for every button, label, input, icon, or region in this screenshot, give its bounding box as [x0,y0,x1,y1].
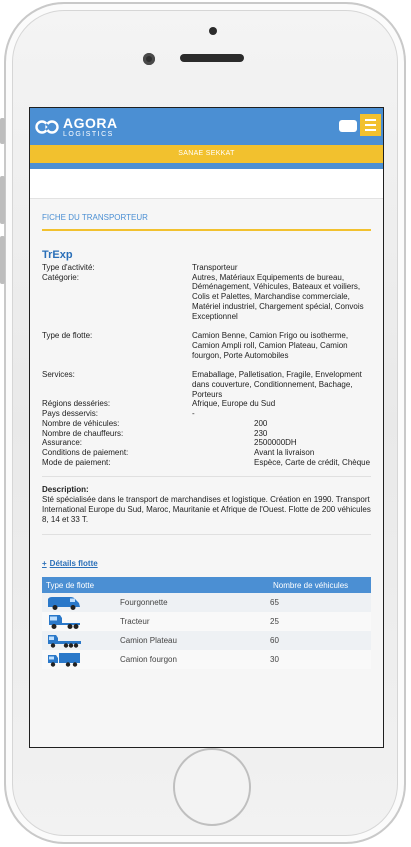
tractor-truck-icon [49,614,80,629]
info-label: Type de flotte: [42,331,93,341]
info-row-category: Catégorie: Autres, Matériaux Equipements… [42,273,371,322]
phone-screen: AGORA LOGISTICS SANAE SEKKAT FICHE DU TR… [29,107,384,748]
divider [42,534,371,536]
carrier-sheet: FICHE DU TRANSPORTEUR TrExp Type d'activ… [30,199,383,670]
info-label: Type d'activité: [42,263,95,272]
info-label: Services: [42,370,75,380]
hamburger-icon [365,129,376,131]
info-label: Régions desséries: [42,399,111,409]
info-label: Nombre de véhicules: [42,418,120,428]
menu-button[interactable] [360,114,381,136]
fleet-count: 30 [269,650,371,670]
info-label: Pays desservis: [42,409,99,419]
info-value: Espèce, Carte de crédit, Chèque [254,457,371,467]
plus-icon: + [42,559,47,569]
table-row: Fourgonnette 65 [42,593,371,613]
earpiece-speaker [180,54,244,62]
info-value: - [192,409,195,419]
info-value: 230 [254,428,268,438]
info-row-payment-terms: Conditions de paiement: Avant la livrais… [42,448,371,458]
info-label: Nombre de chauffeurs: [42,428,124,438]
info-value: Afrique, Europe du Sud [192,399,276,409]
volume-up-button [0,176,5,224]
box-truck-icon [48,652,80,667]
hamburger-icon [365,119,376,121]
toggle-switch[interactable] [339,120,357,132]
mute-switch [0,118,5,144]
description-block: Description: Sté spécialisée dans le tra… [42,485,371,525]
info-value: Camion Benne, Camion Frigo ou isotherme,… [192,331,349,360]
agora-logo-icon [35,120,59,134]
info-row-countries: Pays desservis: - [42,409,371,419]
fleet-details-link[interactable]: + Détails flotte [42,559,98,568]
info-label: Conditions de paiement: [42,447,129,457]
description-text: Sté spécialisée dans le transport de mar… [42,495,371,525]
brand-name: AGORA [63,115,118,131]
volume-down-button [0,236,5,284]
fleet-table: Type de flotte Nombre de véhicules Fourg… [42,577,371,670]
info-value: Autres, Matériaux Equipements de bureau,… [192,272,364,321]
fleet-count: 65 [269,593,371,613]
info-row-vehicles: Nombre de véhicules: 200 [42,419,371,429]
fleet-type-name: Camion Plateau [120,631,269,651]
fleet-count: 60 [269,631,371,651]
table-row: Camion Plateau 60 [42,631,371,651]
info-row-payment-method: Mode de paiement: Espèce, Carte de crédi… [42,458,371,468]
front-camera [143,53,155,65]
home-button[interactable] [173,748,251,826]
fleet-type-name: Fourgonnette [120,593,269,613]
flatbed-truck-icon [48,634,81,648]
description-title: Description [42,485,87,495]
spacer-panel [30,169,383,199]
table-row: Camion fourgon 30 [42,650,371,670]
divider [42,476,371,478]
column-header-vehicle-count: Nombre de véhicules [269,577,371,594]
app-header: AGORA LOGISTICS [30,108,383,145]
info-label: Mode de paiement: [42,457,111,467]
info-value: Avant la livraison [254,447,315,457]
info-label: Catégorie: [42,272,79,282]
hamburger-icon [365,124,376,126]
table-row: Tracteur 25 [42,612,371,632]
section-title: FICHE DU TRANSPORTEUR [42,199,371,231]
brand-subtitle: LOGISTICS [63,131,114,138]
info-value: 200 [254,418,268,428]
brand-logo[interactable]: AGORA LOGISTICS [35,116,118,138]
fleet-type-name: Camion fourgon [120,650,269,670]
info-label: Assurance: [42,438,83,448]
sensor-dot [209,27,217,35]
user-name-bar[interactable]: SANAE SEKKAT [30,145,383,163]
info-value: 2500000DH [254,438,297,448]
info-row-regions: Régions desséries: Afrique, Europe du Su… [42,399,371,409]
company-name: TrExp [42,249,73,261]
info-row-fleet-type: Type de flotte: Camion Benne, Camion Fri… [42,331,371,360]
fleet-type-name: Tracteur [120,612,269,632]
column-header-fleet-type: Type de flotte [42,577,269,594]
info-row-services: Services: Emaballage, Palletisation, Fra… [42,370,371,399]
info-row-activity: Type d'activité: Transporteur [42,263,371,273]
info-value: Emaballage, Palletisation, Fragile, Enve… [192,370,362,399]
carrier-info: Type d'activité: Transporteur Catégorie:… [42,263,371,467]
info-value: Transporteur [192,263,238,272]
info-row-drivers: Nombre de chauffeurs: 230 [42,429,371,439]
van-icon [48,596,80,610]
info-row-insurance: Assurance: 2500000DH [42,438,371,448]
fleet-count: 25 [269,612,371,632]
fleet-details-label: Détails flotte [49,559,98,569]
